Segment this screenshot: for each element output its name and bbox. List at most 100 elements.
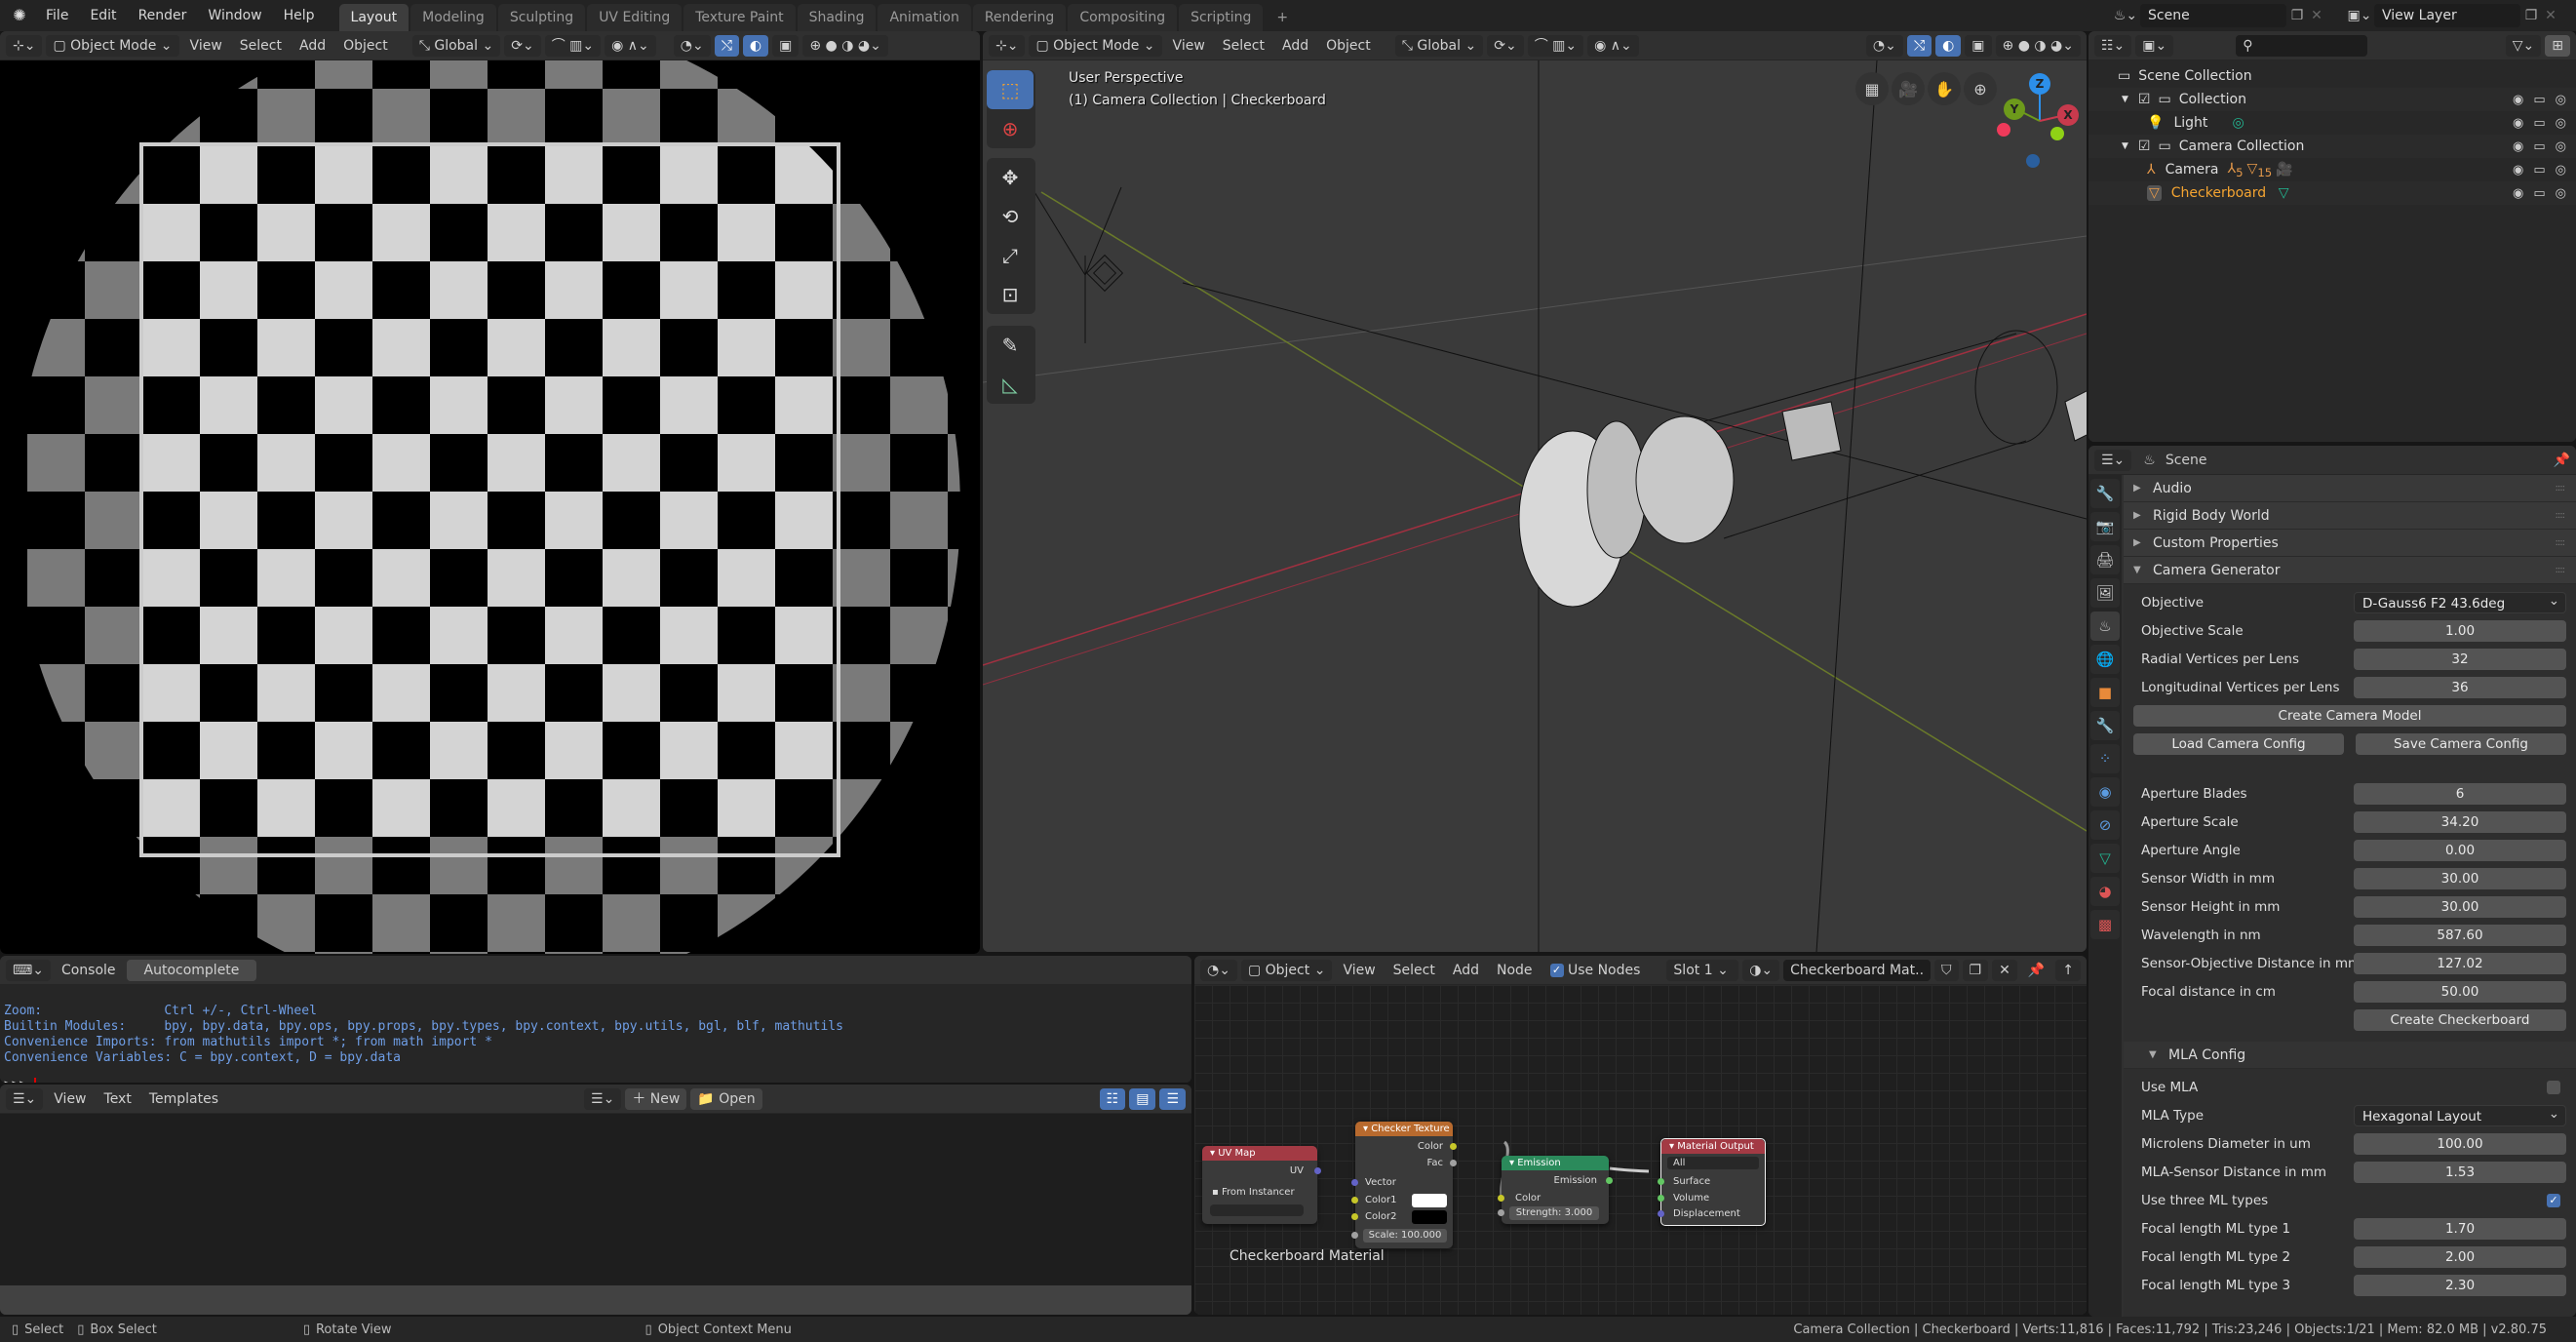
node-header[interactable]: ▾ UV Map: [1202, 1146, 1317, 1161]
tab-shading[interactable]: Shading: [797, 4, 877, 31]
overlay-button[interactable]: ◐: [742, 34, 769, 57]
tab-material[interactable]: ◕: [2090, 877, 2120, 906]
tab-object[interactable]: ■: [2090, 678, 2120, 707]
tree-row-checkerboard[interactable]: ▽ Checkerboard ▽ ◉ ▭ ◎: [2088, 181, 2576, 205]
slot-dropdown[interactable]: Slot 1 ⌄: [1666, 959, 1739, 981]
unlink-material-button[interactable]: ✕: [1992, 959, 2017, 981]
tab-modeling[interactable]: Modeling: [410, 4, 496, 31]
menu-select[interactable]: Select: [233, 35, 289, 57]
tab-animation[interactable]: Animation: [878, 4, 971, 31]
eye-icon[interactable]: ◉: [2513, 139, 2523, 154]
visibility-toggles[interactable]: ◉ ▭ ◎: [2513, 116, 2566, 131]
mode-dropdown[interactable]: ▢ Object Mode ⌄: [46, 34, 179, 57]
use-nodes-checkbox[interactable]: ✓: [1549, 963, 1564, 977]
exclude-checkbox[interactable]: ☑: [2138, 138, 2151, 154]
objective-dropdown[interactable]: D-Gauss6 F2 43.6deg: [2354, 590, 2566, 613]
menu-view[interactable]: View: [1166, 35, 1212, 57]
child-mesh-icon[interactable]: ▽15: [2247, 161, 2273, 179]
gizmo-neg-y[interactable]: [2050, 127, 2064, 140]
color2-swatch[interactable]: [1412, 1210, 1447, 1224]
panel-audio[interactable]: ▶ Audio::::: [2124, 475, 2576, 502]
scene-field[interactable]: Scene: [2140, 4, 2286, 27]
shading-buttons[interactable]: ⊕ ● ◑ ◕⌄: [802, 34, 888, 57]
menu-autocomplete[interactable]: Autocomplete: [126, 959, 257, 981]
longitudinal-vertices-field[interactable]: 36: [2354, 676, 2566, 698]
tab-render[interactable]: 📷: [2090, 512, 2120, 541]
drag-handle-icon[interactable]: ::::: [2556, 565, 2566, 575]
overlay-button[interactable]: ◐: [1935, 34, 1962, 57]
menu-add[interactable]: Add: [293, 35, 332, 57]
visibility-button[interactable]: ◔⌄: [673, 34, 711, 57]
filter-button[interactable]: ▽⌄: [2505, 34, 2542, 57]
tab-rendering[interactable]: Rendering: [972, 4, 1067, 31]
menu-templates[interactable]: Templates: [142, 1088, 225, 1110]
tab-constraints[interactable]: ⊘: [2090, 810, 2120, 840]
use-nodes-toggle[interactable]: ✓ Use Nodes: [1543, 960, 1648, 981]
editor-type-button[interactable]: ☰⌄: [2094, 449, 2132, 471]
tree-row-camera-collection[interactable]: ▼ ☑ ▭ Camera Collection ◉ ▭ ◎: [2088, 135, 2576, 158]
monitor-icon[interactable]: ▭: [2533, 93, 2545, 107]
output-target-dropdown[interactable]: All: [1667, 1157, 1759, 1169]
gizmo-button[interactable]: ⤭: [714, 34, 739, 57]
orientation-dropdown[interactable]: ⤡ Global ⌄: [411, 34, 501, 57]
new-text-button[interactable]: ＋ New: [625, 1087, 687, 1110]
visibility-toggles[interactable]: ◉ ▭ ◎: [2513, 139, 2566, 154]
node-header[interactable]: ▾ Checker Texture: [1355, 1122, 1453, 1136]
socket-color-in[interactable]: [1498, 1195, 1504, 1202]
tab-modifiers[interactable]: 🔧: [2090, 711, 2120, 740]
monitor-icon[interactable]: ▭: [2533, 116, 2545, 131]
expand-arrow-icon[interactable]: ▼: [2122, 95, 2128, 104]
uv-map-field[interactable]: [1210, 1204, 1304, 1216]
line-numbers-toggle[interactable]: ☷: [1099, 1087, 1126, 1110]
visibility-toggles[interactable]: ◉ ▭ ◎: [2513, 163, 2566, 178]
menu-select[interactable]: Select: [1216, 35, 1271, 57]
light-data-icon[interactable]: ◎: [2232, 115, 2244, 131]
drag-handle-icon[interactable]: ::::: [2556, 537, 2566, 548]
tab-particles[interactable]: ⁘: [2090, 744, 2120, 773]
drag-handle-icon[interactable]: ::::: [2556, 510, 2566, 521]
socket-scale-in[interactable]: [1351, 1232, 1358, 1239]
node-canvas[interactable]: ▾ UV Map UV ▪ From Instancer ▾ Checker T…: [1194, 985, 2087, 1315]
microlens-diameter-field[interactable]: 100.00: [2354, 1132, 2566, 1155]
menu-file[interactable]: File: [35, 0, 79, 31]
exclude-checkbox[interactable]: ☑: [2138, 92, 2151, 107]
socket-surface-in[interactable]: [1658, 1178, 1664, 1185]
select-box-tool[interactable]: ⬚: [987, 70, 1034, 109]
transform-tool[interactable]: ⊡: [987, 275, 1034, 314]
mla-sensor-distance-field[interactable]: 1.53: [2354, 1161, 2566, 1183]
camera-data-icon[interactable]: 🎥: [2276, 162, 2292, 178]
menu-view[interactable]: View: [1336, 960, 1382, 981]
scale-field[interactable]: Scale: 100.000: [1363, 1229, 1447, 1243]
pan-view-button[interactable]: ✋: [1928, 72, 1961, 105]
annotate-tool[interactable]: ✎: [987, 326, 1034, 365]
focal-distance-field[interactable]: 50.00: [2354, 980, 2566, 1003]
tab-tool[interactable]: 🔧: [2090, 479, 2120, 508]
console-output[interactable]: Zoom: Ctrl +/-, Ctrl-Wheel Builtin Module…: [0, 985, 1191, 1083]
editor-type-button[interactable]: ☷⌄: [2094, 34, 2132, 57]
tab-uv-editing[interactable]: UV Editing: [587, 4, 683, 31]
create-checkerboard-button[interactable]: Create Checkerboard: [2354, 1008, 2566, 1031]
new-collection-button[interactable]: ⊞: [2545, 34, 2570, 57]
editor-type-button[interactable]: ◔⌄: [1200, 959, 1237, 981]
xray-button[interactable]: ▣: [772, 34, 800, 57]
render-camera-icon[interactable]: ◎: [2556, 93, 2566, 107]
from-instancer-toggle[interactable]: ▪ From Instancer: [1212, 1187, 1295, 1198]
display-mode-button[interactable]: ▣⌄: [2135, 34, 2174, 57]
panel-mla-config[interactable]: ▼ MLA Config: [2124, 1042, 2576, 1069]
menu-console[interactable]: Console: [55, 960, 123, 981]
color1-swatch[interactable]: [1412, 1194, 1447, 1207]
fake-user-button[interactable]: ⛉: [1934, 959, 1959, 981]
socket-color2-in[interactable]: [1351, 1213, 1358, 1220]
tab-physics[interactable]: ◉: [2090, 777, 2120, 807]
tab-sculpting[interactable]: Sculpting: [497, 4, 586, 31]
focal-ml2-field[interactable]: 2.00: [2354, 1245, 2566, 1268]
menu-add[interactable]: Add: [1446, 960, 1486, 981]
aperture-scale-field[interactable]: 34.20: [2354, 810, 2566, 833]
tree-row-collection[interactable]: ▼ ☑ ▭ Collection ◉ ▭ ◎: [2088, 88, 2576, 111]
snap-button[interactable]: ⌒ ▥⌄: [1527, 34, 1584, 57]
word-wrap-toggle[interactable]: ▤: [1129, 1087, 1156, 1110]
aperture-angle-field[interactable]: 0.00: [2354, 839, 2566, 861]
text-area[interactable]: [0, 1114, 1191, 1285]
remove-view-layer-icon[interactable]: ✕: [2542, 8, 2559, 23]
node-header[interactable]: ▾ Material Output: [1661, 1139, 1765, 1154]
